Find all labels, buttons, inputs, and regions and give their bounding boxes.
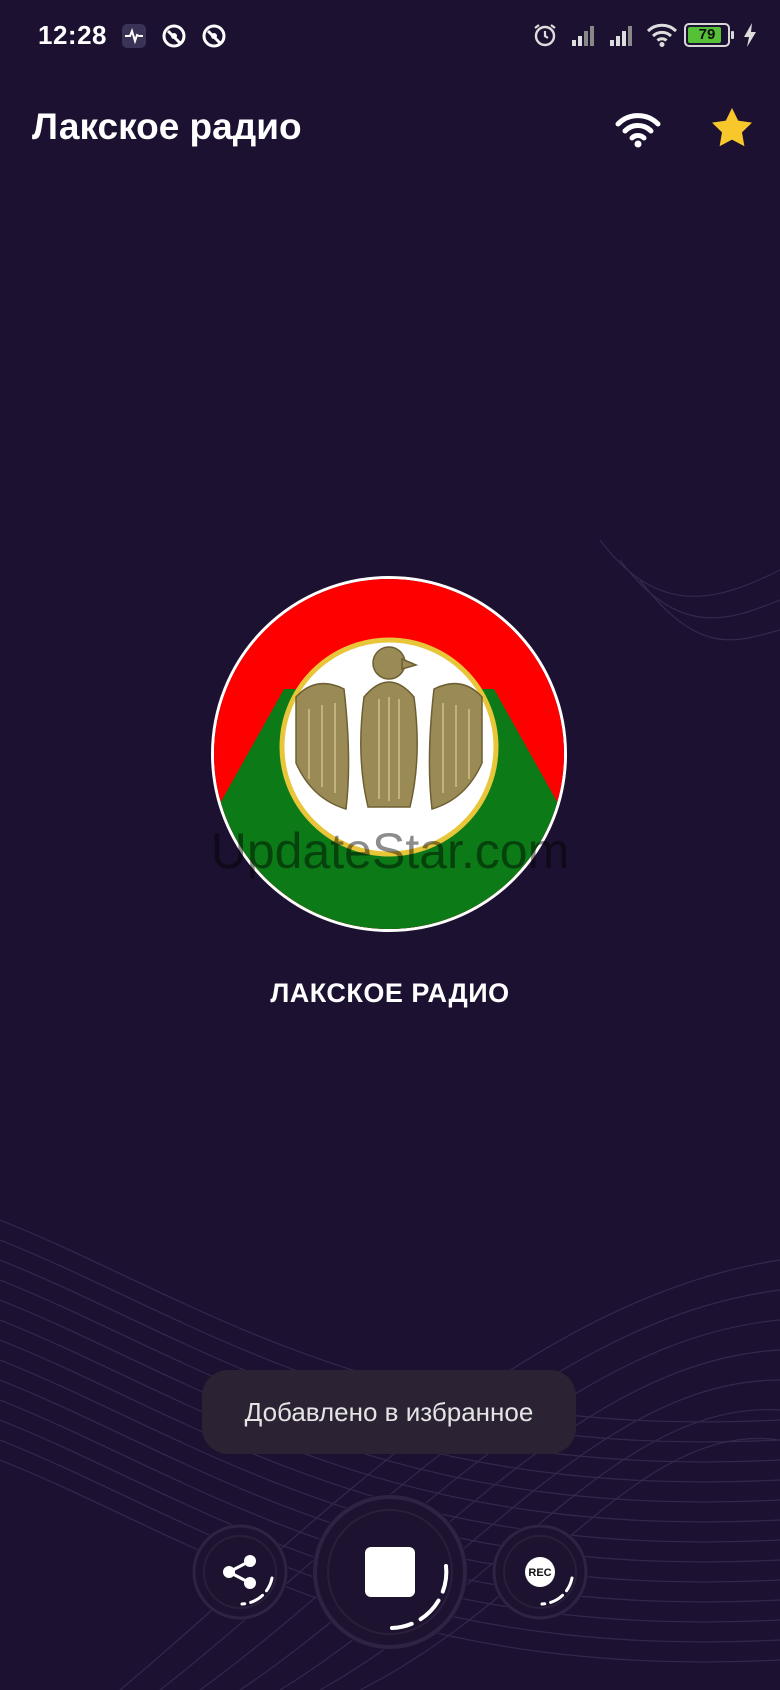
signal-icon — [608, 22, 634, 48]
stop-button[interactable] — [312, 1494, 468, 1650]
share-button[interactable] — [192, 1524, 288, 1620]
status-bar: 12:28 79 — [0, 0, 780, 76]
station-name: ЛАКСКОЕ РАДИО — [270, 978, 510, 1008]
share-icon — [223, 1555, 256, 1589]
watermark: UpdateStar.com — [210, 823, 570, 879]
activity-icon — [121, 23, 147, 49]
battery-level: 79 — [698, 26, 716, 43]
signal-icon — [570, 22, 596, 48]
charging-icon — [742, 22, 758, 48]
status-left: 12:28 — [38, 20, 227, 51]
rec-label: REC — [528, 1567, 551, 1579]
toast-message: Добавлено в избранное — [244, 1396, 534, 1427]
status-clock: 12:28 — [38, 20, 107, 50]
alarm-icon — [532, 22, 558, 48]
wifi-icon — [646, 22, 678, 48]
stop-icon — [365, 1547, 415, 1597]
star-icon[interactable] — [706, 102, 758, 154]
status-right: 79 — [532, 22, 758, 48]
battery-icon: 79 — [684, 23, 734, 47]
vpn-icon — [161, 23, 187, 49]
vpn-icon — [201, 23, 227, 49]
app-bar: Лакское радио — [0, 90, 780, 170]
toast: Добавлено в избранное — [202, 1370, 576, 1454]
wifi-icon[interactable] — [612, 104, 664, 156]
record-button[interactable]: REC — [492, 1524, 588, 1620]
app-title: Лакское радио — [32, 106, 302, 147]
